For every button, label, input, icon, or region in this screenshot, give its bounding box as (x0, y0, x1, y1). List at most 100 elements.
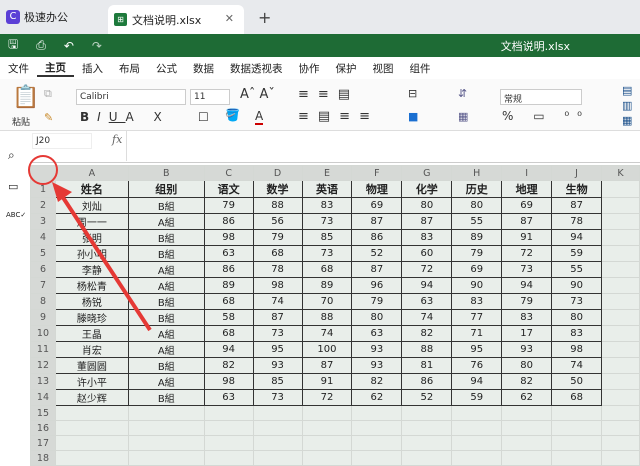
row-header[interactable]: 18 (30, 450, 56, 466)
column-header[interactable]: J (551, 165, 603, 181)
cell[interactable]: 56 (252, 213, 303, 230)
font-select[interactable]: Calibri (76, 89, 186, 105)
row-header[interactable]: 13 (30, 373, 56, 390)
cell[interactable]: 董圆圆 (54, 357, 129, 374)
cell[interactable] (54, 450, 129, 466)
cell[interactable] (601, 435, 640, 451)
merge-icon[interactable]: ⇵ (458, 87, 467, 100)
comment-icon[interactable]: ▭ (8, 180, 18, 193)
cell[interactable]: 73 (252, 325, 303, 342)
cell[interactable]: 78 (551, 213, 603, 230)
cell[interactable]: 68 (252, 245, 303, 262)
cell[interactable]: 89 (301, 277, 353, 294)
cell[interactable]: 83 (301, 197, 353, 214)
cell[interactable]: 17 (501, 325, 553, 342)
cell[interactable]: 94 (401, 277, 453, 294)
menu-item[interactable]: 视图 (365, 61, 402, 76)
cell[interactable] (551, 405, 603, 421)
cell[interactable]: 87 (351, 261, 403, 278)
cell[interactable]: 94 (501, 277, 553, 294)
cell[interactable]: 地理 (501, 180, 553, 198)
cell[interactable]: 52 (351, 245, 403, 262)
cell[interactable]: 60 (401, 245, 453, 262)
cell[interactable]: 91 (301, 373, 353, 390)
row-header[interactable]: 2 (30, 197, 56, 214)
cell[interactable]: 70 (301, 293, 353, 310)
cell[interactable]: B組 (127, 389, 205, 406)
cell[interactable]: 83 (501, 309, 553, 326)
cell[interactable] (54, 435, 129, 451)
cell[interactable] (401, 450, 453, 466)
cell[interactable]: 74 (401, 309, 453, 326)
cell[interactable]: 肖宏 (54, 341, 129, 358)
column-header[interactable]: C (203, 165, 254, 181)
cell[interactable]: 69 (451, 261, 503, 278)
cell[interactable]: 姓名 (54, 180, 129, 198)
column-header[interactable]: G (401, 165, 453, 181)
insert-delete-icons[interactable]: ▤ ▥ ▦ (622, 83, 632, 128)
cell[interactable] (252, 420, 303, 436)
cell[interactable]: 82 (401, 325, 453, 342)
menu-item[interactable]: 组件 (402, 61, 439, 76)
fill-color-icon[interactable]: 🪣 (225, 108, 240, 122)
cell[interactable] (203, 435, 254, 451)
cell[interactable] (601, 389, 640, 406)
cell[interactable] (501, 435, 553, 451)
cell[interactable]: 83 (451, 293, 503, 310)
cell[interactable]: 赵少辉 (54, 389, 129, 406)
cell[interactable]: A組 (127, 373, 205, 390)
row-header[interactable]: 10 (30, 325, 56, 342)
cell[interactable]: 95 (252, 341, 303, 358)
cell[interactable]: 87 (401, 213, 453, 230)
cell[interactable]: 80 (401, 197, 453, 214)
row-header[interactable]: 9 (30, 309, 56, 326)
font-size-select[interactable]: 11 (190, 89, 230, 105)
cell[interactable]: 语文 (203, 180, 254, 198)
menu-item[interactable]: 数据 (185, 61, 222, 76)
cell[interactable]: A組 (127, 277, 205, 294)
number-format-icons[interactable]: % ▭ ⁰⁰ (502, 109, 590, 123)
document-tab[interactable]: ⊞ 文档说明.xlsx ✕ (108, 5, 244, 34)
cell[interactable] (127, 420, 205, 436)
cell[interactable]: A組 (127, 341, 205, 358)
cell[interactable] (351, 435, 403, 451)
cell[interactable]: 86 (401, 373, 453, 390)
vertical-align-icons[interactable]: ≡≡▤ (298, 87, 359, 102)
cell[interactable] (551, 420, 603, 436)
column-header[interactable]: I (501, 165, 553, 181)
number-format-select[interactable]: 常规 (500, 89, 582, 105)
row-header[interactable]: 17 (30, 435, 56, 451)
cell[interactable]: 93 (351, 341, 403, 358)
cell[interactable]: 80 (451, 197, 503, 214)
cell[interactable]: B組 (127, 245, 205, 262)
cell[interactable]: 63 (401, 293, 453, 310)
cell[interactable] (301, 405, 353, 421)
menu-item[interactable]: 保护 (328, 61, 365, 76)
cell[interactable]: 58 (203, 309, 254, 326)
cell[interactable] (451, 450, 503, 466)
cell[interactable]: 杨锐 (54, 293, 129, 310)
row-header[interactable]: 8 (30, 293, 56, 310)
cell[interactable]: 83 (401, 229, 453, 246)
cell[interactable]: 89 (203, 277, 254, 294)
cell[interactable]: 72 (301, 389, 353, 406)
cell[interactable] (401, 420, 453, 436)
cell[interactable]: 68 (203, 325, 254, 342)
cell[interactable] (351, 420, 403, 436)
menu-item[interactable]: 布局 (111, 61, 148, 76)
cell[interactable] (601, 277, 640, 294)
cell[interactable]: 69 (351, 197, 403, 214)
cell[interactable] (203, 450, 254, 466)
cell[interactable]: 物理 (351, 180, 403, 198)
cell[interactable]: 87 (351, 213, 403, 230)
spellcheck-icon[interactable]: ABC✓ (6, 211, 26, 219)
cell[interactable] (252, 450, 303, 466)
cell[interactable]: 73 (252, 389, 303, 406)
cell[interactable] (451, 420, 503, 436)
redo-icon[interactable]: ↷ (92, 39, 102, 53)
cell[interactable] (301, 450, 353, 466)
cell[interactable]: 74 (301, 325, 353, 342)
cell[interactable]: 63 (203, 389, 254, 406)
cell[interactable]: 50 (551, 373, 603, 390)
cell[interactable] (127, 450, 205, 466)
